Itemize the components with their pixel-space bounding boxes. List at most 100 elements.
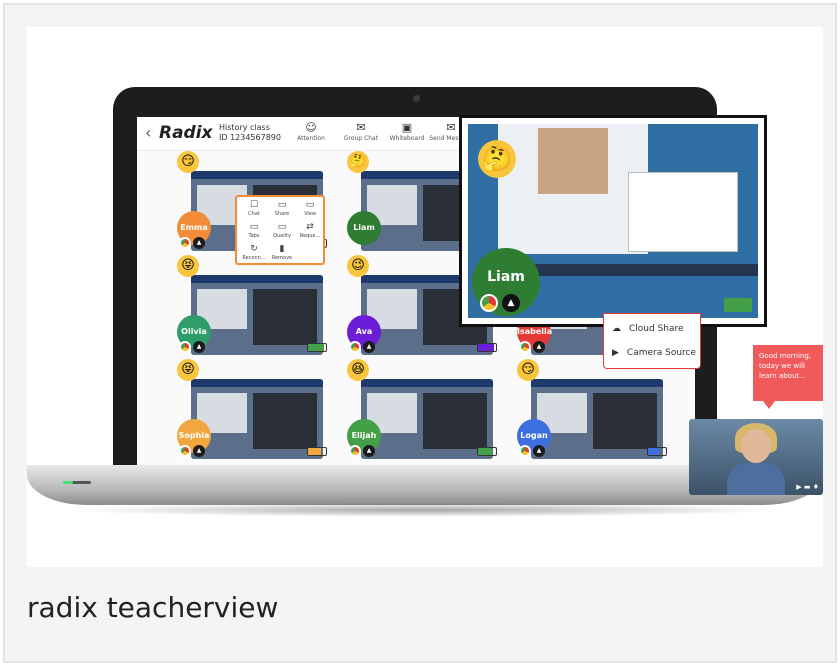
whiteboard-icon: ▣ <box>401 121 413 134</box>
emoji-icon: 😏 <box>177 151 199 173</box>
image-caption: radix teacherview <box>27 591 279 624</box>
battery-icon <box>477 447 497 456</box>
graduation-cap-icon: ▲ <box>533 445 545 457</box>
chrome-icon <box>349 341 361 353</box>
graduation-cap-icon: ▲ <box>363 341 375 353</box>
chevron-left-icon[interactable]: ‹ <box>145 123 151 142</box>
share-icon: ▭ <box>277 200 287 210</box>
cloud-icon: ☁ <box>612 324 621 334</box>
attention-icon: ☺ <box>305 121 317 134</box>
expanded-student-view[interactable]: 🤔 Liam ▲ <box>459 115 767 327</box>
menu-label: View <box>304 211 316 217</box>
graduation-cap-icon: ▲ <box>533 341 545 353</box>
graduation-cap-icon: ▲ <box>363 445 375 457</box>
battery-icon <box>307 343 327 352</box>
menu-label: Tabs <box>248 233 260 239</box>
chrome-icon <box>179 445 191 457</box>
class-id: ID 1234567890 <box>219 133 281 142</box>
menu-item-reconnect[interactable]: ↻ Reconn... <box>239 243 269 261</box>
cloud-share-option[interactable]: ☁ Cloud Share <box>612 324 684 334</box>
student-photo <box>538 128 608 194</box>
menu-item-chat[interactable]: ☐ Chat <box>239 199 269 217</box>
trash-icon: ▮ <box>279 244 285 254</box>
image-card: ‹ Radix History class ID 1234567890 ☺ Att… <box>3 3 837 663</box>
menu-label: Chat <box>248 211 260 217</box>
menu-label: Quality <box>273 233 291 239</box>
tile-context-menu: ☐ Chat ▭ Share ▭ View ▭ Tabs ▭ Quality ⇄ Reque… <box>235 195 325 265</box>
class-name: History class <box>219 123 270 132</box>
whiteboard-label: Whiteboard <box>389 135 425 142</box>
student-tile[interactable]: 😝 Sophia ▲ <box>177 359 337 459</box>
emoji-icon: 😏 <box>517 359 539 381</box>
chat-icon: ☐ <box>249 200 259 210</box>
power-led <box>63 481 73 484</box>
option-label: Cloud Share <box>629 324 684 334</box>
laptop-shadow <box>67 503 783 517</box>
menu-item-remove[interactable]: ▮ Remove <box>267 243 297 261</box>
request-icon: ⇄ <box>306 222 314 232</box>
battery-icon <box>647 447 667 456</box>
view-icon: ▭ <box>305 200 315 210</box>
student-tile[interactable]: 😏 Logan ▲ <box>517 359 677 459</box>
group-chat-label: Group Chat <box>343 135 379 142</box>
teacher-face <box>741 429 771 463</box>
teacher-body <box>727 463 785 495</box>
app-logo: Radix <box>159 123 213 143</box>
class-info: History class ID 1234567890 <box>219 123 281 143</box>
option-label: Camera Source <box>626 348 697 358</box>
attention-button[interactable]: ☺ Attention <box>287 121 335 142</box>
attention-label: Attention <box>297 135 325 142</box>
webcam-overlay <box>498 124 648 254</box>
battery-icon <box>477 343 497 352</box>
emoji-icon: 😝 <box>177 255 199 277</box>
chrome-icon <box>349 445 361 457</box>
hero-image: ‹ Radix History class ID 1234567890 ☺ Att… <box>27 27 823 567</box>
speech-bubble: Good morning, today we will learn about.… <box>753 345 823 409</box>
student-tile[interactable]: 😝 Olivia ▲ <box>177 255 337 355</box>
menu-label: Reque... <box>299 233 321 239</box>
chat-icon: ✉ <box>356 121 366 134</box>
group-chat-button[interactable]: ✉ Group Chat <box>337 121 385 142</box>
battery-icon <box>724 298 752 312</box>
chrome-icon <box>519 445 531 457</box>
browser-window <box>628 172 738 252</box>
graduation-cap-icon: ▲ <box>502 294 520 312</box>
share-dropdown: ☁ Cloud Share ▶ Camera Source <box>603 313 701 369</box>
screen-thumbnail[interactable] <box>191 379 323 459</box>
emoji-icon: 😝 <box>177 359 199 381</box>
camera-source-option[interactable]: ▶ Camera Source <box>612 348 696 358</box>
screen-thumbnail[interactable] <box>361 379 493 459</box>
screen-thumbnail[interactable] <box>191 275 323 355</box>
menu-item-quality[interactable]: ▭ Quality <box>267 221 297 239</box>
reload-icon: ↻ <box>250 244 258 254</box>
graduation-cap-icon: ▲ <box>193 237 205 249</box>
chrome-icon <box>480 294 498 312</box>
tabs-icon: ▭ <box>249 222 259 232</box>
emoji-icon: 😆 <box>347 359 369 381</box>
menu-item-tabs[interactable]: ▭ Tabs <box>239 221 269 239</box>
screen-thumbnail[interactable] <box>531 379 663 459</box>
chrome-icon <box>519 341 531 353</box>
thinking-emoji-icon: 🤔 <box>478 140 516 178</box>
graduation-cap-icon: ▲ <box>193 445 205 457</box>
menu-label: Remove <box>271 255 293 261</box>
hd-icon: ▭ <box>277 222 287 232</box>
menu-label: Reconn... <box>242 255 266 261</box>
student-tile[interactable]: 😆 Elijah ▲ <box>347 359 507 459</box>
menu-item-view[interactable]: ▭ View <box>295 199 325 217</box>
taskbar <box>508 264 758 276</box>
emoji-icon: 🤔 <box>347 151 369 173</box>
menu-label: Share <box>274 211 290 217</box>
emoji-icon: 😉 <box>347 255 369 277</box>
menu-item-share[interactable]: ▭ Share <box>267 199 297 217</box>
camera-icon: ▶ <box>612 348 619 358</box>
chrome-icon <box>179 341 191 353</box>
menu-item-request[interactable]: ⇄ Reque... <box>295 221 325 239</box>
whiteboard-button[interactable]: ▣ Whiteboard <box>383 121 431 142</box>
graduation-cap-icon: ▲ <box>193 341 205 353</box>
battery-icon <box>307 447 327 456</box>
chrome-icon <box>179 237 191 249</box>
video-controls-icon[interactable]: ▶ ▬ ♦ <box>796 483 819 491</box>
webcam-icon <box>413 95 420 102</box>
teacher-video[interactable]: ▶ ▬ ♦ <box>689 419 823 495</box>
